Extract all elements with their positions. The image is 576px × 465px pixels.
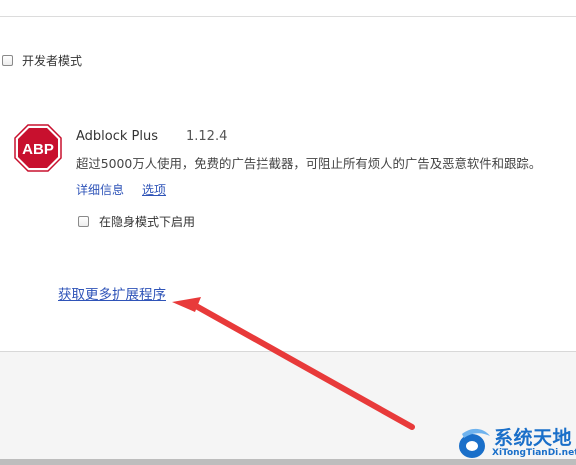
watermark-title: 系统天地 [494, 427, 573, 449]
incognito-checkbox[interactable] [78, 215, 89, 227]
developer-mode-toggle[interactable]: 开发者模式 [0, 52, 82, 68]
extension-description: 超过5000万人使用，免费的广告拦截器，可阻止所有烦人的广告及恶意软件和跟踪。 [76, 156, 542, 171]
developer-mode-label: 开发者模式 [22, 53, 83, 68]
watermark-subtitle: XiTongTianDi.net [492, 448, 576, 458]
incognito-label: 在隐身模式下启用 [99, 214, 196, 229]
top-divider [0, 16, 576, 17]
options-link[interactable]: 选项 [142, 181, 166, 198]
site-watermark: 系统天地 XiTongTianDi.net [456, 420, 576, 464]
extension-name: Adblock Plus [76, 129, 159, 144]
arrow-head [172, 297, 201, 312]
developer-mode-checkbox[interactable] [2, 54, 13, 66]
extension-version: 1.12.4 [186, 129, 228, 144]
adblock-plus-icon: ABP [14, 124, 62, 172]
details-link[interactable]: 详细信息 [76, 181, 124, 198]
incognito-toggle[interactable]: 在隐身模式下启用 [78, 212, 195, 230]
abp-icon-text: ABP [22, 141, 54, 158]
watermark-logo-icon [459, 428, 490, 458]
get-more-extensions-link[interactable]: 获取更多扩展程序 [58, 283, 166, 303]
